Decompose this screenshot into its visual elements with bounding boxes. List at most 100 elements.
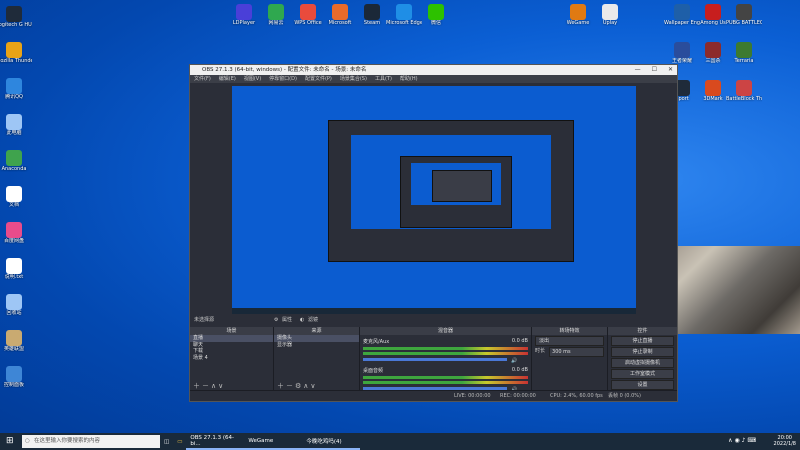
desktop-icon[interactable]: Microsoft Edge: [386, 4, 422, 26]
volume-meter: [363, 352, 528, 355]
desktop-icon[interactable]: 此电脑: [0, 114, 32, 136]
desktop-icon[interactable]: 英雄联盟: [0, 330, 32, 352]
menu-item[interactable]: 停靠窗口(D): [269, 75, 297, 83]
desktop-icon[interactable]: 腾讯QQ: [0, 78, 32, 100]
desktop-icon[interactable]: 文档: [0, 186, 32, 208]
taskbar-apps: OBS 27.1.3 (64-bi... WeGame 今晚吃鸡吗(4): [186, 433, 361, 450]
desktop-icon[interactable]: Terraria: [726, 42, 762, 64]
desktop-icon[interactable]: 网易云: [258, 4, 294, 26]
menu-item[interactable]: 帮助(H): [400, 75, 418, 83]
scenes-dock: 场景 直播 聊天 下载 场景 4 ＋－∧∨: [190, 327, 274, 393]
source-list: 摄像头 显示器: [274, 335, 359, 348]
close-icon[interactable]: ✕: [668, 65, 673, 75]
speaker-icon[interactable]: 🔊: [510, 358, 517, 364]
desktop-icon[interactable]: Uplay: [592, 4, 628, 26]
app-icon: [332, 4, 348, 20]
app-icon: [6, 78, 22, 94]
obs-preview-canvas[interactable]: [232, 86, 636, 314]
desktop-icon[interactable]: 百度网盘: [0, 222, 32, 244]
channel-name: 麦克风/Aux: [363, 339, 390, 345]
app-icon: [396, 4, 412, 20]
desktop-icon[interactable]: Mozilla Thunderbird: [0, 42, 32, 64]
app-icon: [6, 330, 22, 346]
desktop-icon[interactable]: Microsoft: [322, 4, 358, 26]
taskbar-app-button[interactable]: WeGame: [244, 433, 303, 450]
transition-select[interactable]: 淡出: [535, 336, 604, 346]
volume-meter: [363, 347, 528, 350]
menu-item[interactable]: 视图(V): [244, 75, 261, 83]
desktop-icon[interactable]: Steam: [354, 4, 390, 26]
control-button[interactable]: 设置: [611, 380, 674, 390]
menu-item[interactable]: 文件(F): [194, 75, 211, 83]
rec-status: REC: 00:00:00: [500, 393, 536, 399]
app-icon: [428, 4, 444, 20]
maximize-icon[interactable]: ☐: [652, 65, 657, 75]
clock-date: 2022/1/8: [773, 441, 796, 447]
menu-item[interactable]: 编辑(E): [219, 75, 236, 83]
preview-taskbar: [232, 308, 636, 314]
duration-input[interactable]: 300 ms: [549, 347, 604, 357]
channel-name: 桌面音频: [363, 368, 384, 374]
desktop-icon[interactable]: 回收站: [0, 294, 32, 316]
windows-taskbar: ⊞ ○ 在这里输入你要搜索的内容 ◫ ▭ OBS 27.1.3 (64-bi..…: [0, 433, 800, 450]
menu-item[interactable]: 工具(T): [375, 75, 392, 83]
volume-slider[interactable]: [363, 358, 507, 361]
desktop-icon[interactable]: Logitech G HUB: [0, 6, 32, 28]
desktop-icon[interactable]: WPS Office: [290, 4, 326, 26]
sources-dock-header: 来源: [274, 327, 359, 335]
desktop-icon-label: Microsoft: [328, 20, 352, 26]
app-icon: [268, 4, 284, 20]
control-button[interactable]: 停止录制: [611, 347, 674, 357]
taskbar-app-button[interactable]: 今晚吃鸡吗(4): [302, 433, 361, 450]
scenes-dock-header: 场景: [190, 327, 273, 335]
obs-statusbar: LIVE: 00:00:00 REC: 00:00:00 CPU: 2.4%, …: [190, 390, 677, 401]
control-button[interactable]: 启动虚拟摄像机: [611, 358, 674, 368]
desktop-icon[interactable]: 说明.txt: [0, 258, 32, 280]
desktop-icon[interactable]: Anaconda: [0, 150, 32, 172]
desktop-icon-label: PUBG BATTLEG...: [726, 20, 762, 26]
app-icon: [6, 186, 22, 202]
taskbar-search-box[interactable]: ○ 在这里输入你要搜索的内容: [22, 435, 160, 448]
app-icon: [6, 6, 22, 22]
obs-window[interactable]: OBS 27.1.3 (64-bit, windows) - 配置文件: 未命名…: [189, 64, 678, 402]
desktop-icon[interactable]: WeGame: [560, 4, 596, 26]
app-icon: [236, 4, 252, 20]
menu-item[interactable]: 场景集合(S): [340, 75, 367, 83]
app-icon: [6, 114, 22, 130]
desktop-icon[interactable]: BattleBlock Theater: [726, 80, 762, 102]
app-icon: [6, 42, 22, 58]
minimize-icon[interactable]: —: [635, 65, 641, 75]
app-icon: [300, 4, 316, 20]
filters-button[interactable]: 滤镜: [308, 315, 318, 325]
desktop-icon-label: Uplay: [602, 20, 618, 26]
control-button[interactable]: 工作室模式: [611, 369, 674, 379]
file-explorer-icon[interactable]: ▭: [173, 433, 186, 450]
desktop-icon[interactable]: 控制面板: [0, 366, 32, 388]
desktop-icon-label: WPS Office: [294, 20, 322, 26]
source-item[interactable]: 显示器: [274, 342, 359, 349]
live-status: LIVE: 00:00:00: [454, 393, 491, 399]
desktop-icon-label: 说明.txt: [4, 274, 24, 280]
mixer-channels: 麦克风/Aux 0.0 dB 🔊 桌面音频 0.0 dB 🔊: [360, 338, 531, 393]
task-view-icon[interactable]: ◫: [160, 433, 173, 450]
control-button[interactable]: 停止直播: [611, 336, 674, 346]
desktop-icon-label: 文档: [8, 202, 19, 208]
obs-titlebar[interactable]: OBS 27.1.3 (64-bit, windows) - 配置文件: 未命名…: [190, 65, 677, 75]
app-icon: [705, 80, 721, 96]
properties-button[interactable]: 属性: [282, 315, 292, 325]
desktop-icon[interactable]: 微信: [418, 4, 454, 26]
windows-start-icon[interactable]: ⊞: [6, 436, 14, 446]
gear-icon[interactable]: ⚙: [274, 315, 278, 325]
desktop-icon-label: BattleBlock Theater: [726, 96, 762, 102]
menu-item[interactable]: 配置文件(P): [305, 75, 332, 83]
taskbar-app-button[interactable]: OBS 27.1.3 (64-bi...: [186, 433, 245, 450]
desktop-icon[interactable]: LDPlayer: [226, 4, 262, 26]
source-toolbar: 未选择源 ⚙ 属性 ◐ 滤镜: [190, 315, 677, 325]
desktop-icon[interactable]: PUBG BATTLEG...: [726, 4, 762, 26]
nested-preview-3: [432, 170, 492, 202]
taskbar-clock[interactable]: 20:00 2022/1/8: [774, 435, 796, 447]
tray-icons[interactable]: ∧ ◉ ♪ ⌨: [728, 437, 756, 444]
filter-icon[interactable]: ◐: [300, 315, 304, 325]
scene-item[interactable]: 场景 4: [190, 355, 273, 362]
desktop-icon-label: Mozilla Thunderbird: [0, 58, 32, 64]
